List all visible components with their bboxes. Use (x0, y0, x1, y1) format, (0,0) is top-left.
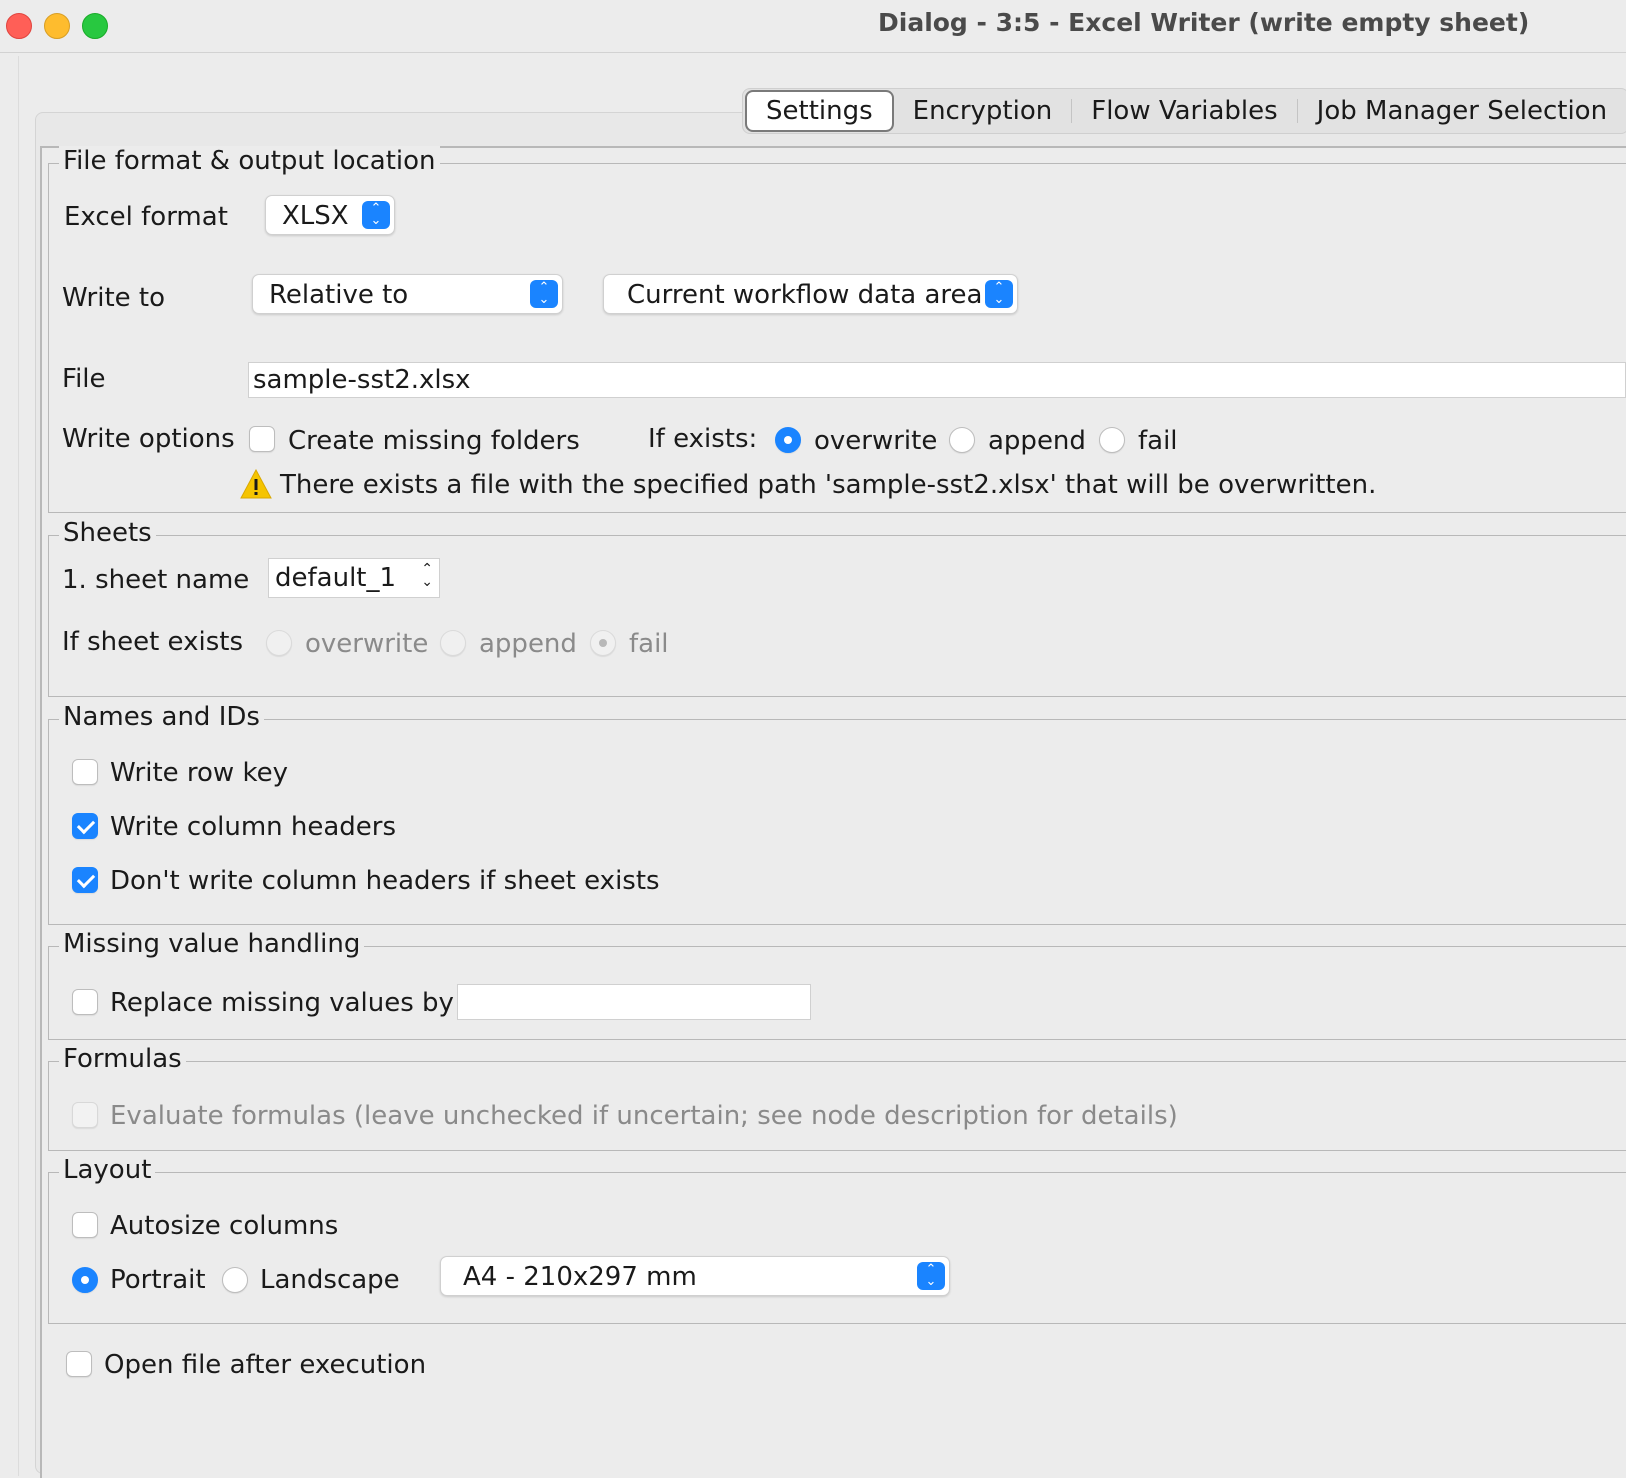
if-exists-label: If exists: (648, 424, 758, 454)
overwrite-warning-text: There exists a file with the specified p… (280, 470, 1377, 500)
group-title: File format & output location (59, 146, 440, 176)
write-column-headers-label: Write column headers (110, 812, 397, 842)
chevron-up-down-icon[interactable]: ⌃ ⌄ (421, 562, 433, 589)
zoom-window-button[interactable] (82, 13, 108, 39)
if-exists-overwrite-radio[interactable] (775, 427, 801, 453)
paper-size-select[interactable]: A4 - 210x297 mm ⌃ ⌄ (440, 1256, 950, 1296)
excel-format-select[interactable]: XLSX ⌃ ⌄ (265, 195, 395, 235)
excel-format-label: Excel format (64, 202, 228, 232)
group-title: Layout (59, 1155, 156, 1185)
chevron-up-down-icon: ⌃ ⌄ (985, 280, 1013, 308)
sheet-exists-overwrite-label: overwrite (305, 629, 429, 659)
portrait-radio[interactable] (72, 1267, 98, 1293)
excel-format-value: XLSX (282, 201, 349, 231)
write-to-select[interactable]: Relative to ⌃ ⌄ (252, 274, 563, 314)
group-title: Missing value handling (59, 929, 365, 959)
relative-location-select[interactable]: Current workflow data area ⌃ ⌄ (603, 274, 1018, 314)
layout-group: Layout (48, 1155, 1626, 1324)
write-to-label: Write to (62, 283, 166, 313)
warning-icon (240, 469, 272, 499)
autosize-columns-checkbox[interactable] (72, 1212, 98, 1238)
sheet-name-value: default_1 (275, 563, 397, 593)
replace-missing-label: Replace missing values by (110, 988, 454, 1018)
portrait-label: Portrait (110, 1265, 206, 1295)
if-sheet-exists-label: If sheet exists (62, 627, 243, 657)
sheet-name-field[interactable]: default_1 ⌃ ⌄ (268, 558, 440, 598)
chevron-up-down-icon: ⌃ ⌄ (917, 1262, 945, 1290)
tab-settings[interactable]: Settings (745, 90, 894, 132)
landscape-radio[interactable] (222, 1267, 248, 1293)
minimize-window-button[interactable] (44, 13, 70, 39)
sheet-exists-fail-radio[interactable] (590, 630, 616, 656)
chevron-up-down-icon: ⌃ ⌄ (530, 280, 558, 308)
sheet-exists-fail-label: fail (629, 629, 669, 659)
sheet-exists-overwrite-radio[interactable] (266, 630, 292, 656)
group-title: Names and IDs (59, 702, 264, 732)
write-options-label: Write options (62, 424, 235, 454)
evaluate-formulas-checkbox[interactable] (72, 1102, 98, 1128)
tab-encryption[interactable]: Encryption (894, 91, 1072, 131)
open-after-execution-label: Open file after execution (104, 1350, 427, 1380)
paper-size-value: A4 - 210x297 mm (463, 1262, 697, 1292)
tab-bar: Settings Encryption Flow Variables Job M… (742, 88, 1626, 134)
tab-flow-variables[interactable]: Flow Variables (1072, 91, 1296, 131)
chevron-up-down-icon: ⌃ ⌄ (362, 201, 390, 229)
dont-write-headers-label: Don't write column headers if sheet exis… (110, 866, 660, 896)
tab-job-manager-selection[interactable]: Job Manager Selection (1298, 91, 1626, 131)
group-title: Sheets (59, 518, 156, 548)
replace-missing-input[interactable] (457, 984, 811, 1020)
write-row-key-label: Write row key (110, 758, 288, 788)
create-missing-folders-label: Create missing folders (288, 426, 580, 456)
close-window-button[interactable] (6, 13, 32, 39)
if-exists-fail-label: fail (1138, 426, 1178, 456)
file-label: File (62, 364, 106, 394)
write-to-value: Relative to (269, 280, 409, 310)
create-missing-folders-checkbox[interactable] (249, 426, 275, 452)
title-bar: Dialog - 3:5 - Excel Writer (write empty… (0, 0, 1626, 53)
window-title: Dialog - 3:5 - Excel Writer (write empty… (878, 8, 1530, 37)
evaluate-formulas-label: Evaluate formulas (leave unchecked if un… (110, 1101, 1178, 1131)
autosize-columns-label: Autosize columns (110, 1211, 339, 1241)
sheet-name-label: 1. sheet name (62, 565, 250, 595)
write-column-headers-checkbox[interactable] (72, 813, 98, 839)
file-path-input[interactable]: sample-sst2.xlsx (248, 362, 1626, 398)
write-row-key-checkbox[interactable] (72, 759, 98, 785)
if-exists-append-label: append (988, 426, 1086, 456)
relative-location-value: Current workflow data area (627, 280, 983, 310)
file-path-value: sample-sst2.xlsx (253, 365, 471, 395)
replace-missing-checkbox[interactable] (72, 989, 98, 1015)
if-exists-overwrite-label: overwrite (814, 426, 938, 456)
if-exists-fail-radio[interactable] (1099, 427, 1125, 453)
sheet-exists-append-label: append (479, 629, 577, 659)
landscape-label: Landscape (260, 1265, 400, 1295)
open-after-execution-checkbox[interactable] (66, 1351, 92, 1377)
group-title: Formulas (59, 1044, 186, 1074)
dont-write-headers-checkbox[interactable] (72, 867, 98, 893)
sheet-exists-append-radio[interactable] (440, 630, 466, 656)
if-exists-append-radio[interactable] (949, 427, 975, 453)
